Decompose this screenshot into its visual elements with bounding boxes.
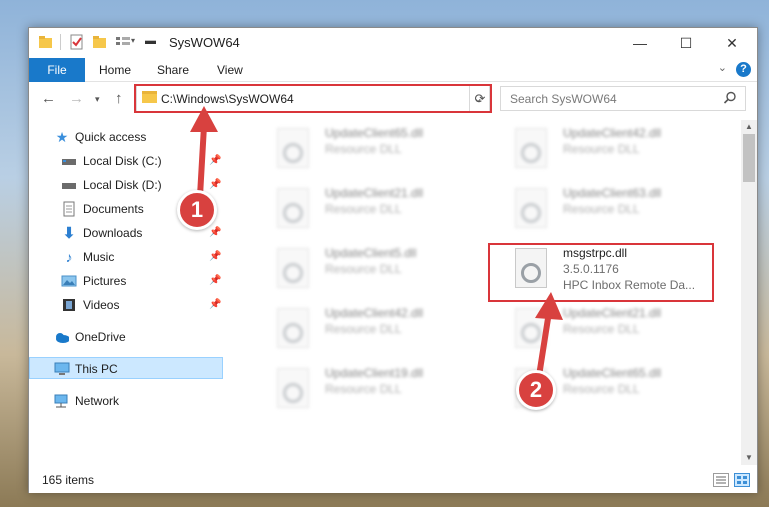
arrow-head-1 xyxy=(190,106,218,132)
step-badge-2: 2 xyxy=(516,370,556,410)
arrow-line-1 xyxy=(197,123,207,199)
step-badge-1: 1 xyxy=(177,190,217,230)
arrow-head-2 xyxy=(535,292,563,320)
arrow-line-2 xyxy=(536,309,552,379)
annotation-arrows xyxy=(190,106,563,379)
